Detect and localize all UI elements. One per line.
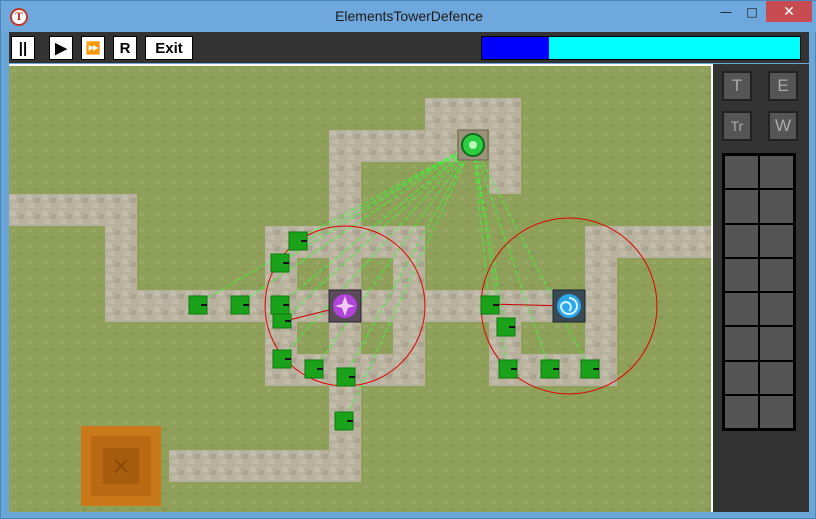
earth-tower-button[interactable]: T [722, 71, 752, 101]
fire-tower-button[interactable]: E [768, 71, 798, 101]
wave-progress-bar [481, 36, 801, 60]
inventory-slot[interactable] [725, 395, 758, 428]
game-window: T ElementsTowerDefence — □ ✕ || ▶ ⏩ R Ex… [0, 0, 816, 519]
play-button[interactable]: ▶ [49, 36, 73, 60]
inventory-slot[interactable] [725, 156, 758, 189]
fast-forward-button[interactable]: ⏩ [81, 36, 105, 60]
inventory-slot[interactable] [760, 327, 793, 360]
inventory-slot[interactable] [760, 361, 793, 394]
inventory-slot[interactable] [725, 293, 758, 326]
inventory-slot[interactable] [760, 293, 793, 326]
inventory-slot[interactable] [760, 395, 793, 428]
water-tower[interactable] [552, 289, 586, 323]
earth-tower[interactable] [457, 129, 489, 161]
inventory-grid [722, 153, 796, 431]
tower-panel: T E Tr W [713, 64, 809, 512]
game-toolbar: || ▶ ⏩ R Exit [9, 32, 809, 63]
fire-tower[interactable] [328, 289, 362, 323]
tree-tower-button[interactable]: Tr [722, 111, 752, 141]
exit-button[interactable]: Exit [145, 36, 193, 60]
maximize-button[interactable]: □ [739, 1, 765, 22]
restart-button[interactable]: R [113, 36, 137, 60]
inventory-slot[interactable] [725, 258, 758, 291]
water-tower-button[interactable]: W [768, 111, 798, 141]
game-board[interactable] [9, 64, 713, 512]
game-map[interactable] [9, 66, 713, 512]
inventory-slot[interactable] [725, 224, 758, 257]
inventory-slot[interactable] [725, 361, 758, 394]
minimize-button[interactable]: — [713, 1, 739, 22]
inventory-slot[interactable] [760, 156, 793, 189]
inventory-slot[interactable] [725, 190, 758, 223]
home-base [81, 426, 161, 506]
wave-progress-fill [482, 37, 549, 59]
close-button[interactable]: ✕ [766, 1, 812, 22]
inventory-slot[interactable] [760, 190, 793, 223]
inventory-slot[interactable] [760, 258, 793, 291]
pause-button[interactable]: || [11, 36, 35, 60]
inventory-slot[interactable] [725, 327, 758, 360]
window-title: ElementsTowerDefence [335, 8, 483, 24]
inventory-slot[interactable] [760, 224, 793, 257]
title-bar[interactable]: T ElementsTowerDefence — □ ✕ [1, 1, 816, 32]
